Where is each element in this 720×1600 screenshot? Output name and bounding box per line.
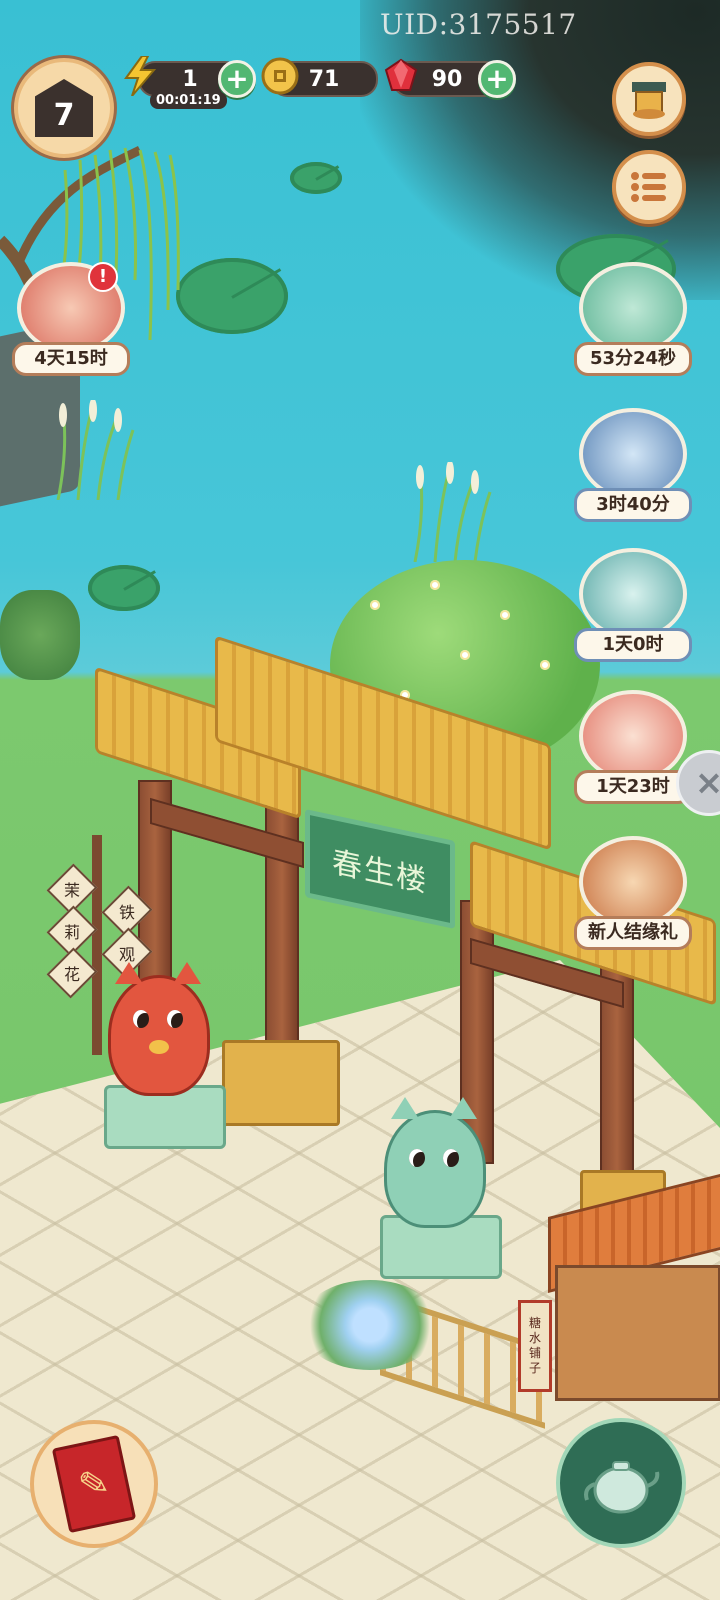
lily-pad: [88, 565, 160, 611]
alert-badge: !: [88, 262, 118, 292]
house-icon: 7: [35, 79, 93, 137]
uid-label: UID:3175517: [380, 8, 577, 41]
reed-clump: [56, 400, 135, 500]
gate-sign: 春生楼: [305, 809, 455, 929]
teapot-icon: [584, 1461, 660, 1514]
gift-box-event-timer: 1天0时: [574, 628, 692, 662]
girl-event-timer: 1天23时: [574, 770, 692, 804]
tree-blossom: [460, 650, 470, 660]
coin-cart-icon: [579, 262, 687, 354]
blue-box-icon: [579, 408, 687, 500]
gift-box-event-button[interactable]: 1天0时: [574, 548, 692, 662]
gift-chest-icon: [579, 836, 687, 928]
add-energy-button[interactable]: +: [218, 60, 256, 98]
tree-blossom: [430, 580, 440, 590]
lavender-bush: [0, 590, 80, 680]
newbie-gift-label: 新人结缘礼: [574, 916, 692, 950]
coin-icon: [260, 56, 300, 96]
treasure-pavilion-button[interactable]: [612, 62, 686, 136]
red-lion-cat-statue[interactable]: [108, 962, 210, 1096]
reed-clump: [413, 462, 492, 562]
add-gems-button[interactable]: +: [478, 60, 516, 98]
coin-cart-event-button[interactable]: 53分24秒: [574, 262, 692, 376]
sweet-soup-stall[interactable]: [555, 1265, 720, 1401]
book-button[interactable]: ✎: [30, 1420, 158, 1548]
scroll-event-timer: 4天15时: [12, 342, 130, 376]
lightning-icon: [122, 56, 158, 96]
gate-base: [222, 1040, 340, 1126]
plus-icon: +: [485, 62, 509, 95]
blue-box-event-button[interactable]: 3时40分: [574, 408, 692, 522]
gift-box-icon: [579, 548, 687, 640]
coin-cart-event-timer: 53分24秒: [574, 342, 692, 376]
jade-lion-cat-statue[interactable]: [384, 1097, 486, 1228]
newbie-gift-button[interactable]: 新人结缘礼: [574, 836, 692, 950]
level-badge[interactable]: 7: [14, 58, 114, 158]
level-number: 7: [53, 98, 75, 133]
girl-event-button[interactable]: 1天23时: [574, 690, 692, 804]
blue-box-event-timer: 3时40分: [574, 488, 692, 522]
menu-button[interactable]: [612, 150, 686, 224]
plus-icon: +: [225, 62, 249, 95]
lily-pad: [290, 162, 342, 194]
tree-blossom: [540, 660, 550, 670]
blue-flower-bed: [300, 1280, 440, 1370]
gem-value: 90: [431, 66, 463, 92]
stall-sign: 糖水铺子: [518, 1300, 552, 1392]
shop-sign-char: 花: [46, 947, 98, 999]
tree-blossom: [370, 600, 380, 610]
treasure-pavilion-icon: [632, 82, 666, 119]
energy-timer: 00:01:19: [150, 92, 227, 109]
tree-blossom: [500, 610, 510, 620]
gem-icon: [382, 58, 420, 94]
list-menu-icon: [631, 172, 666, 202]
energy-value: 1: [182, 66, 198, 92]
girl-portrait-icon: [579, 690, 687, 782]
sign-pole: [92, 835, 102, 1055]
book-icon: ✎: [51, 1434, 137, 1534]
teapot-button[interactable]: [556, 1418, 686, 1548]
close-icon: ×: [694, 763, 720, 803]
coin-value: 71: [308, 66, 340, 92]
